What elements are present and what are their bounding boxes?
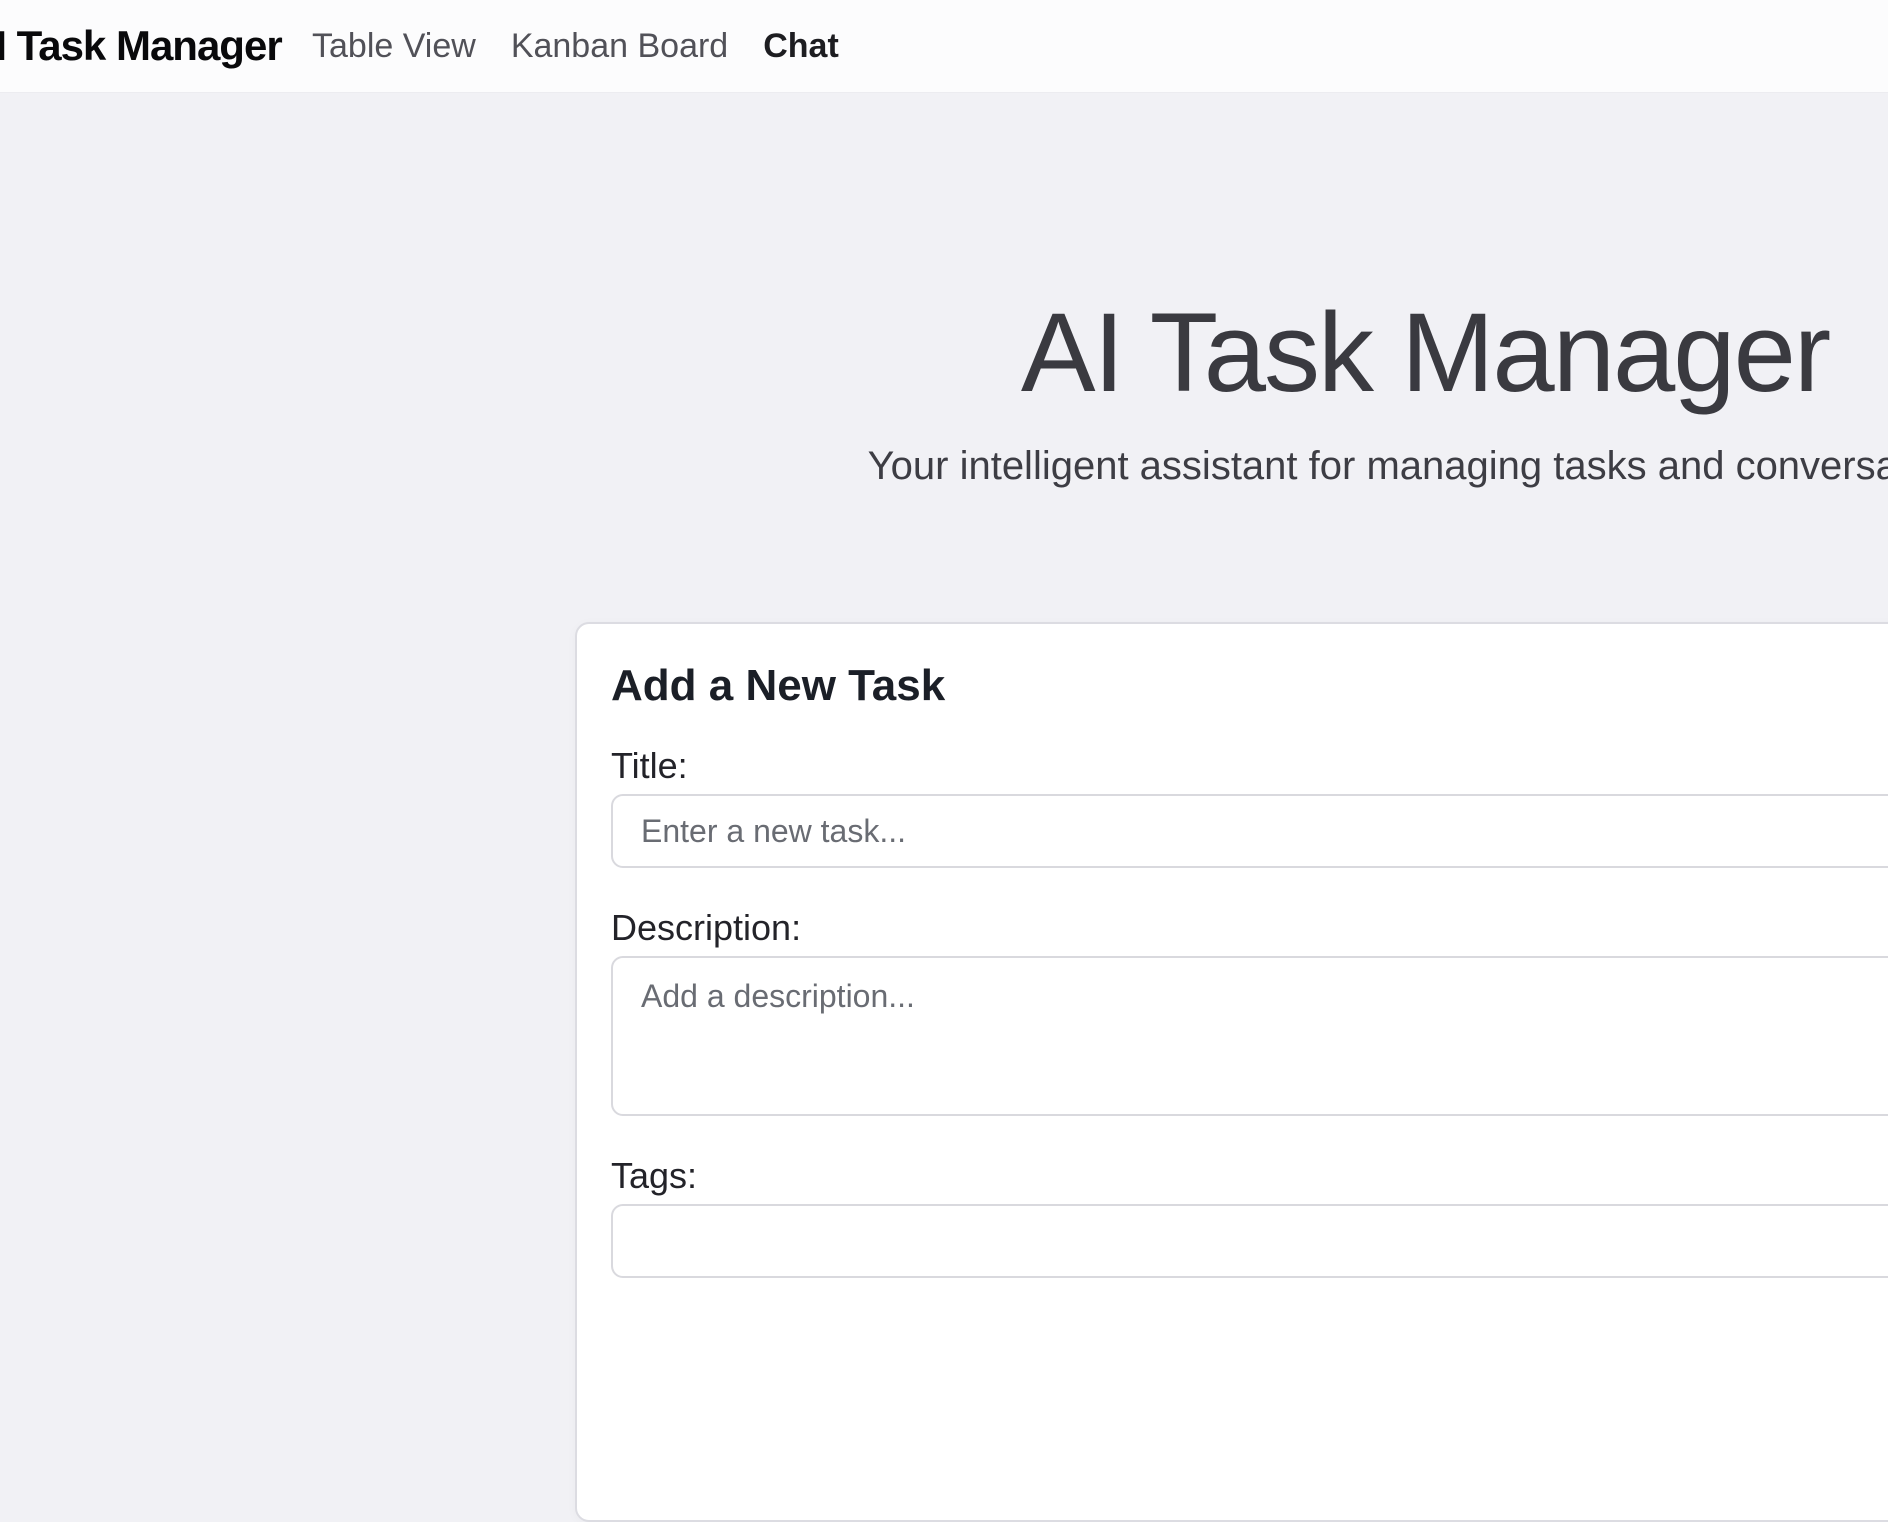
tags-field-group: Tags: bbox=[611, 1154, 1888, 1278]
page-subtitle: Your intelligent assistant for managing … bbox=[868, 440, 1888, 492]
tags-label: Tags: bbox=[611, 1154, 1888, 1198]
description-label: Description: bbox=[611, 906, 1888, 950]
title-label: Title: bbox=[611, 744, 1888, 788]
add-task-heading: Add a New Task bbox=[611, 658, 1888, 714]
page-title: AI Task Manager bbox=[575, 286, 1888, 420]
add-task-card: Add a New Task Title: Description: Tags: bbox=[575, 622, 1888, 1522]
navbar-brand[interactable]: AI Task Manager bbox=[0, 0, 282, 92]
title-field-group: Title: bbox=[611, 744, 1888, 868]
description-textarea[interactable] bbox=[611, 956, 1888, 1116]
nav-link-table-view[interactable]: Table View bbox=[312, 27, 476, 66]
main-content: AI Task Manager Your intelligent assista… bbox=[575, 0, 1888, 1220]
description-field-group: Description: bbox=[611, 906, 1888, 1116]
tags-input[interactable] bbox=[611, 1204, 1888, 1278]
title-input[interactable] bbox=[611, 794, 1888, 868]
